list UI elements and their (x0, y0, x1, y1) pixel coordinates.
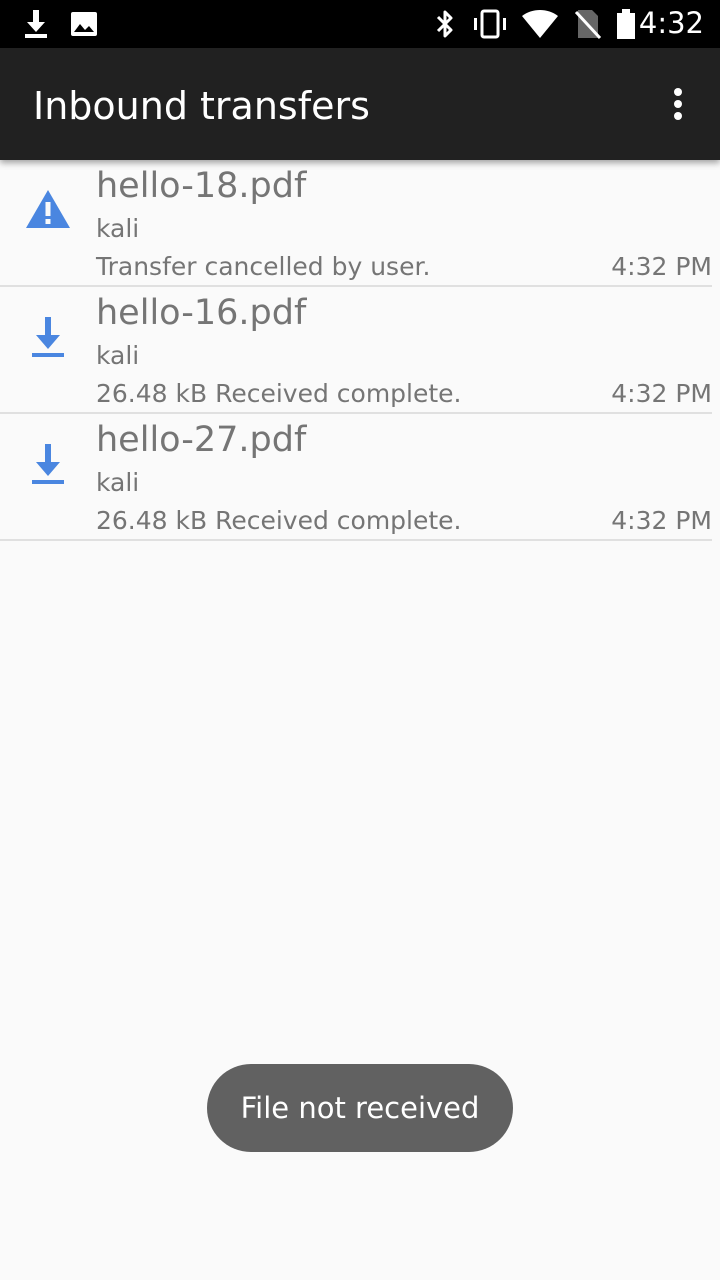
warning-icon (26, 190, 70, 228)
transfer-sender: kali (96, 341, 140, 370)
transfer-row-hello-27[interactable]: hello-27.pdf kali 26.48 kB Received comp… (0, 414, 712, 541)
battery-icon (617, 9, 635, 39)
vibrate-icon (474, 9, 506, 39)
download-icon (25, 10, 47, 38)
transfer-status: 26.48 kB Received complete. (96, 379, 462, 408)
transfer-status: Transfer cancelled by user. (96, 252, 431, 281)
no-sim-icon (574, 10, 602, 40)
transfer-sender: kali (96, 468, 140, 497)
download-icon (32, 317, 64, 357)
transfer-time: 4:32 PM (611, 252, 712, 281)
status-bar: 4:32 (0, 0, 720, 48)
transfer-status: 26.48 kB Received complete. (96, 506, 462, 535)
transfer-row-hello-18[interactable]: hello-18.pdf kali Transfer cancelled by … (0, 160, 712, 287)
toast-message: File not received (240, 1091, 480, 1125)
transfer-filename: hello-18.pdf (96, 166, 307, 206)
transfer-row-hello-16[interactable]: hello-16.pdf kali 26.48 kB Received comp… (0, 287, 712, 414)
app-bar: Inbound transfers (0, 48, 720, 160)
more-vert-icon[interactable] (658, 84, 698, 124)
transfer-sender: kali (96, 214, 140, 243)
status-time: 4:32 (638, 6, 704, 40)
toast: File not received (207, 1064, 513, 1152)
page-title: Inbound transfers (33, 84, 370, 128)
transfer-filename: hello-27.pdf (96, 420, 307, 460)
bluetooth-icon (436, 10, 453, 38)
transfer-time: 4:32 PM (611, 379, 712, 408)
image-icon (71, 12, 97, 36)
wifi-icon (522, 10, 558, 38)
transfer-list: hello-18.pdf kali Transfer cancelled by … (0, 160, 720, 541)
transfer-filename: hello-16.pdf (96, 293, 307, 333)
download-icon (32, 444, 64, 484)
transfer-time: 4:32 PM (611, 506, 712, 535)
